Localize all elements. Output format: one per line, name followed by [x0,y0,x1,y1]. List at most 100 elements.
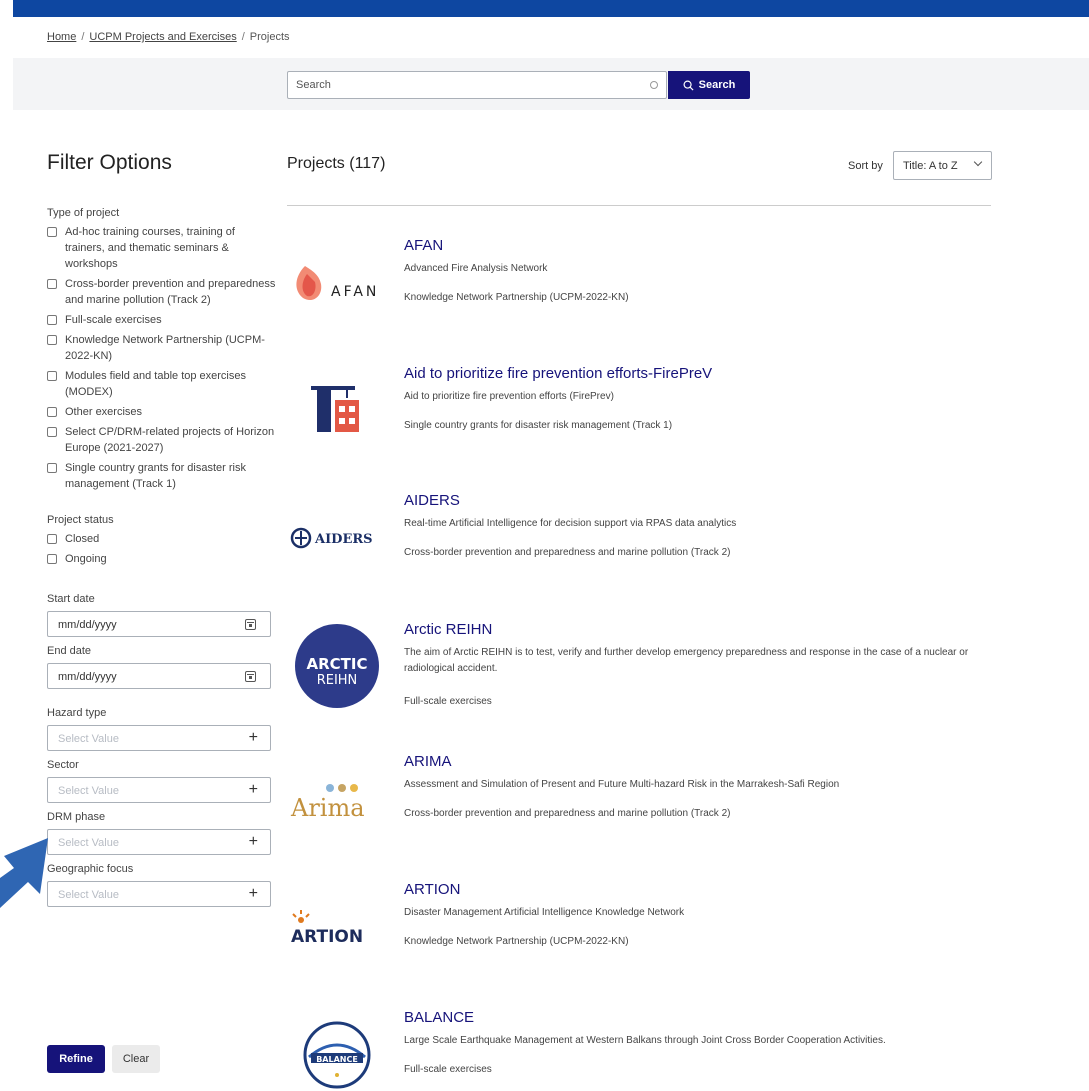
breadcrumb-section-link[interactable]: UCPM Projects and Exercises [89,31,236,43]
plus-icon[interactable]: + [249,833,258,851]
arctic-reihn-logo: ARCTIC REIHN [287,621,387,711]
filter-option-closed[interactable]: Closed [47,531,277,547]
checkbox[interactable] [47,227,57,237]
drm-phase-placeholder: Select Value [58,837,119,849]
checkbox[interactable] [47,463,57,473]
filter-option-ongoing[interactable]: Ongoing [47,551,277,567]
end-date-value: mm/dd/yyyy [58,671,117,683]
start-date-field[interactable]: mm/dd/yyyy [47,611,271,637]
project-description: Aid to prioritize fire prevention effort… [404,391,614,402]
checkbox[interactable] [47,335,57,345]
project-item-arctic-reihn: ARCTIC REIHN Arctic REIHN The aim of Arc… [287,621,991,731]
project-item-aiders: AIDERS AIDERS Real-time Artificial Intel… [287,492,991,582]
project-type: Knowledge Network Partnership (UCPM-2022… [404,292,629,303]
balance-logo: BALANCE [287,1013,387,1091]
project-title-link[interactable]: AFAN [404,237,443,254]
plus-icon[interactable]: + [249,781,258,799]
project-description: The aim of Arctic REIHN is to test, veri… [404,647,969,674]
clear-button[interactable]: Clear [112,1045,160,1073]
filter-option-full-scale[interactable]: Full-scale exercises [47,312,277,328]
filter-option-knowledge-network[interactable]: Knowledge Network Partnership (UCPM-2022… [47,332,277,364]
checkbox[interactable] [47,534,57,544]
project-type: Single country grants for disaster risk … [404,420,673,431]
project-item-afan: AFAN AFAN Advanced Fire Analysis Network… [287,237,991,327]
project-type: Knowledge Network Partnership (UCPM-2022… [404,936,629,947]
checkbox[interactable] [47,279,57,289]
refine-button[interactable]: Refine [47,1045,105,1073]
breadcrumb-current: Projects [249,31,290,43]
hazard-type-select[interactable]: Select Value + [47,725,271,751]
drm-phase-select[interactable]: Select Value + [47,829,271,855]
filter-option-cross-border[interactable]: Cross-border prevention and preparedness… [47,276,277,308]
pointer-arrow-icon [0,838,48,908]
end-date-field[interactable]: mm/dd/yyyy [47,663,271,689]
project-type: Full-scale exercises [404,1064,492,1075]
sort-select[interactable]: Title: A to Z [893,151,992,180]
checkbox-label: Ongoing [65,553,107,565]
plus-icon[interactable]: + [249,729,258,747]
afan-logo-text: AFAN [331,284,379,300]
checkbox[interactable] [47,315,57,325]
filter-option-modex[interactable]: Modules field and table top exercises (M… [47,368,277,400]
checkbox[interactable] [47,371,57,381]
checkbox-label: Single country grants for disaster risk … [65,462,246,490]
checkbox-label: Other exercises [65,406,143,418]
drm-phase-label: DRM phase [47,811,106,823]
checkbox-label: Cross-border prevention and preparedness… [65,278,276,306]
checkbox[interactable] [47,407,57,417]
calendar-icon[interactable] [245,671,256,682]
filter-options-title: Filter Options [47,151,172,174]
filter-option-horizon-europe[interactable]: Select CP/DRM-related projects of Horizo… [47,424,277,456]
project-title-link[interactable]: BALANCE [404,1009,474,1026]
top-brand-bar [13,0,1089,17]
chevron-down-icon [973,157,983,167]
breadcrumb-separator: / [241,31,245,43]
search-icon [683,80,694,91]
balance-logo-icon: BALANCE [303,1021,371,1089]
filter-option-other-exercises[interactable]: Other exercises [47,404,277,420]
hazard-type-label: Hazard type [47,707,107,719]
project-type: Full-scale exercises [404,696,492,707]
project-title-link[interactable]: Arctic REIHN [404,621,492,638]
geographic-focus-placeholder: Select Value [58,889,119,901]
project-title-link[interactable]: ARIMA [404,753,452,770]
breadcrumb: Home / UCPM Projects and Exercises / Project… [47,31,290,43]
project-title-link[interactable]: ARTION [404,881,460,898]
checkbox[interactable] [47,554,57,564]
project-status-label: Project status [47,514,114,526]
sort-by-label: Sort by [848,160,883,172]
project-description: Disaster Management Artificial Intellige… [404,907,685,918]
project-description: Assessment and Simulation of Present and… [404,779,840,790]
arima-logo-text: Arima [290,794,365,822]
geographic-focus-label: Geographic focus [47,863,134,875]
end-date-label: End date [47,645,92,657]
sector-label: Sector [47,759,79,771]
results-title: Projects (117) [287,155,386,172]
calendar-icon[interactable] [245,619,256,630]
svg-text:ARCTIC: ARCTIC [307,655,368,673]
sector-select[interactable]: Select Value + [47,777,271,803]
type-of-project-label: Type of project [47,207,120,219]
project-title-link[interactable]: Aid to prioritize fire prevention effort… [404,365,712,382]
search-input[interactable] [288,72,628,98]
clear-search-icon[interactable] [650,81,658,89]
filter-option-adhoc-training[interactable]: Ad-hoc training courses, training of tra… [47,224,277,272]
filter-sidebar: Type of project Ad-hoc training courses,… [47,207,277,907]
aiders-logo-text: AIDERS [314,532,373,547]
checkbox[interactable] [47,427,57,437]
balance-logo-text: BALANCE [316,1055,358,1064]
project-description: Large Scale Earthquake Management at Wes… [404,1035,886,1046]
search-button-label: Search [698,79,736,91]
search-button[interactable]: Search [668,71,750,99]
project-item-arima: Arima ARIMA Assessment and Simulation of… [287,753,991,843]
aiders-logo: AIDERS [287,498,387,578]
checkbox-label: Knowledge Network Partnership (UCPM-2022… [65,334,265,362]
breadcrumb-home-link[interactable]: Home [47,31,76,43]
plus-icon[interactable]: + [249,885,258,903]
filter-option-single-country[interactable]: Single country grants for disaster risk … [47,460,277,492]
results-divider [287,205,991,206]
geographic-focus-select[interactable]: Select Value + [47,881,271,907]
svg-text:REIHN: REIHN [317,673,358,688]
aiders-logo-icon: AIDERS [290,527,373,549]
project-title-link[interactable]: AIDERS [404,492,460,509]
